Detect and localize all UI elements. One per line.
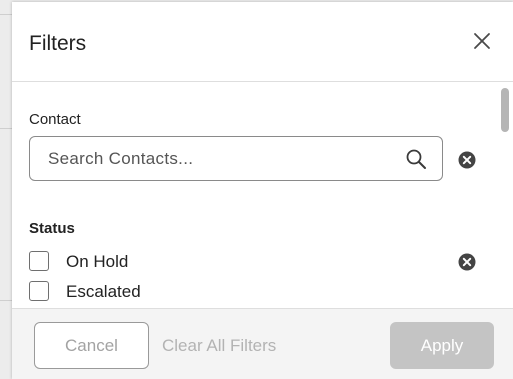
close-button[interactable] [469, 28, 495, 54]
apply-button[interactable]: Apply [390, 322, 494, 369]
background-divider [0, 14, 12, 15]
dialog-footer: Cancel Clear All Filters Apply [12, 308, 513, 379]
scrollbar[interactable] [496, 82, 513, 308]
status-option-label: Escalated [66, 282, 141, 301]
contact-search-field[interactable] [29, 136, 443, 181]
clear-circle-icon [458, 151, 476, 169]
status-option-label: On Hold [66, 252, 129, 271]
background-divider [0, 300, 12, 301]
scrollbar-thumb[interactable] [501, 88, 509, 132]
cancel-button[interactable]: Cancel [34, 322, 149, 369]
contact-label: Contact [29, 111, 81, 128]
clear-contact-button[interactable] [458, 151, 476, 169]
search-icon[interactable] [405, 148, 427, 170]
background-divider [0, 128, 12, 129]
checkbox[interactable] [29, 281, 49, 301]
dialog-header: Filters [12, 2, 513, 82]
close-icon [474, 33, 490, 49]
dialog-title: Filters [29, 32, 87, 55]
dialog-body: Contact Status On Hold [12, 82, 513, 308]
clear-all-filters-button[interactable]: Clear All Filters [162, 322, 276, 369]
checkbox[interactable] [29, 251, 49, 271]
clear-status-button[interactable] [458, 253, 476, 271]
filters-dialog: Filters Contact Status [12, 2, 513, 379]
contact-search-input[interactable] [48, 147, 388, 171]
clear-circle-icon [458, 253, 476, 271]
status-label: Status [29, 220, 75, 237]
